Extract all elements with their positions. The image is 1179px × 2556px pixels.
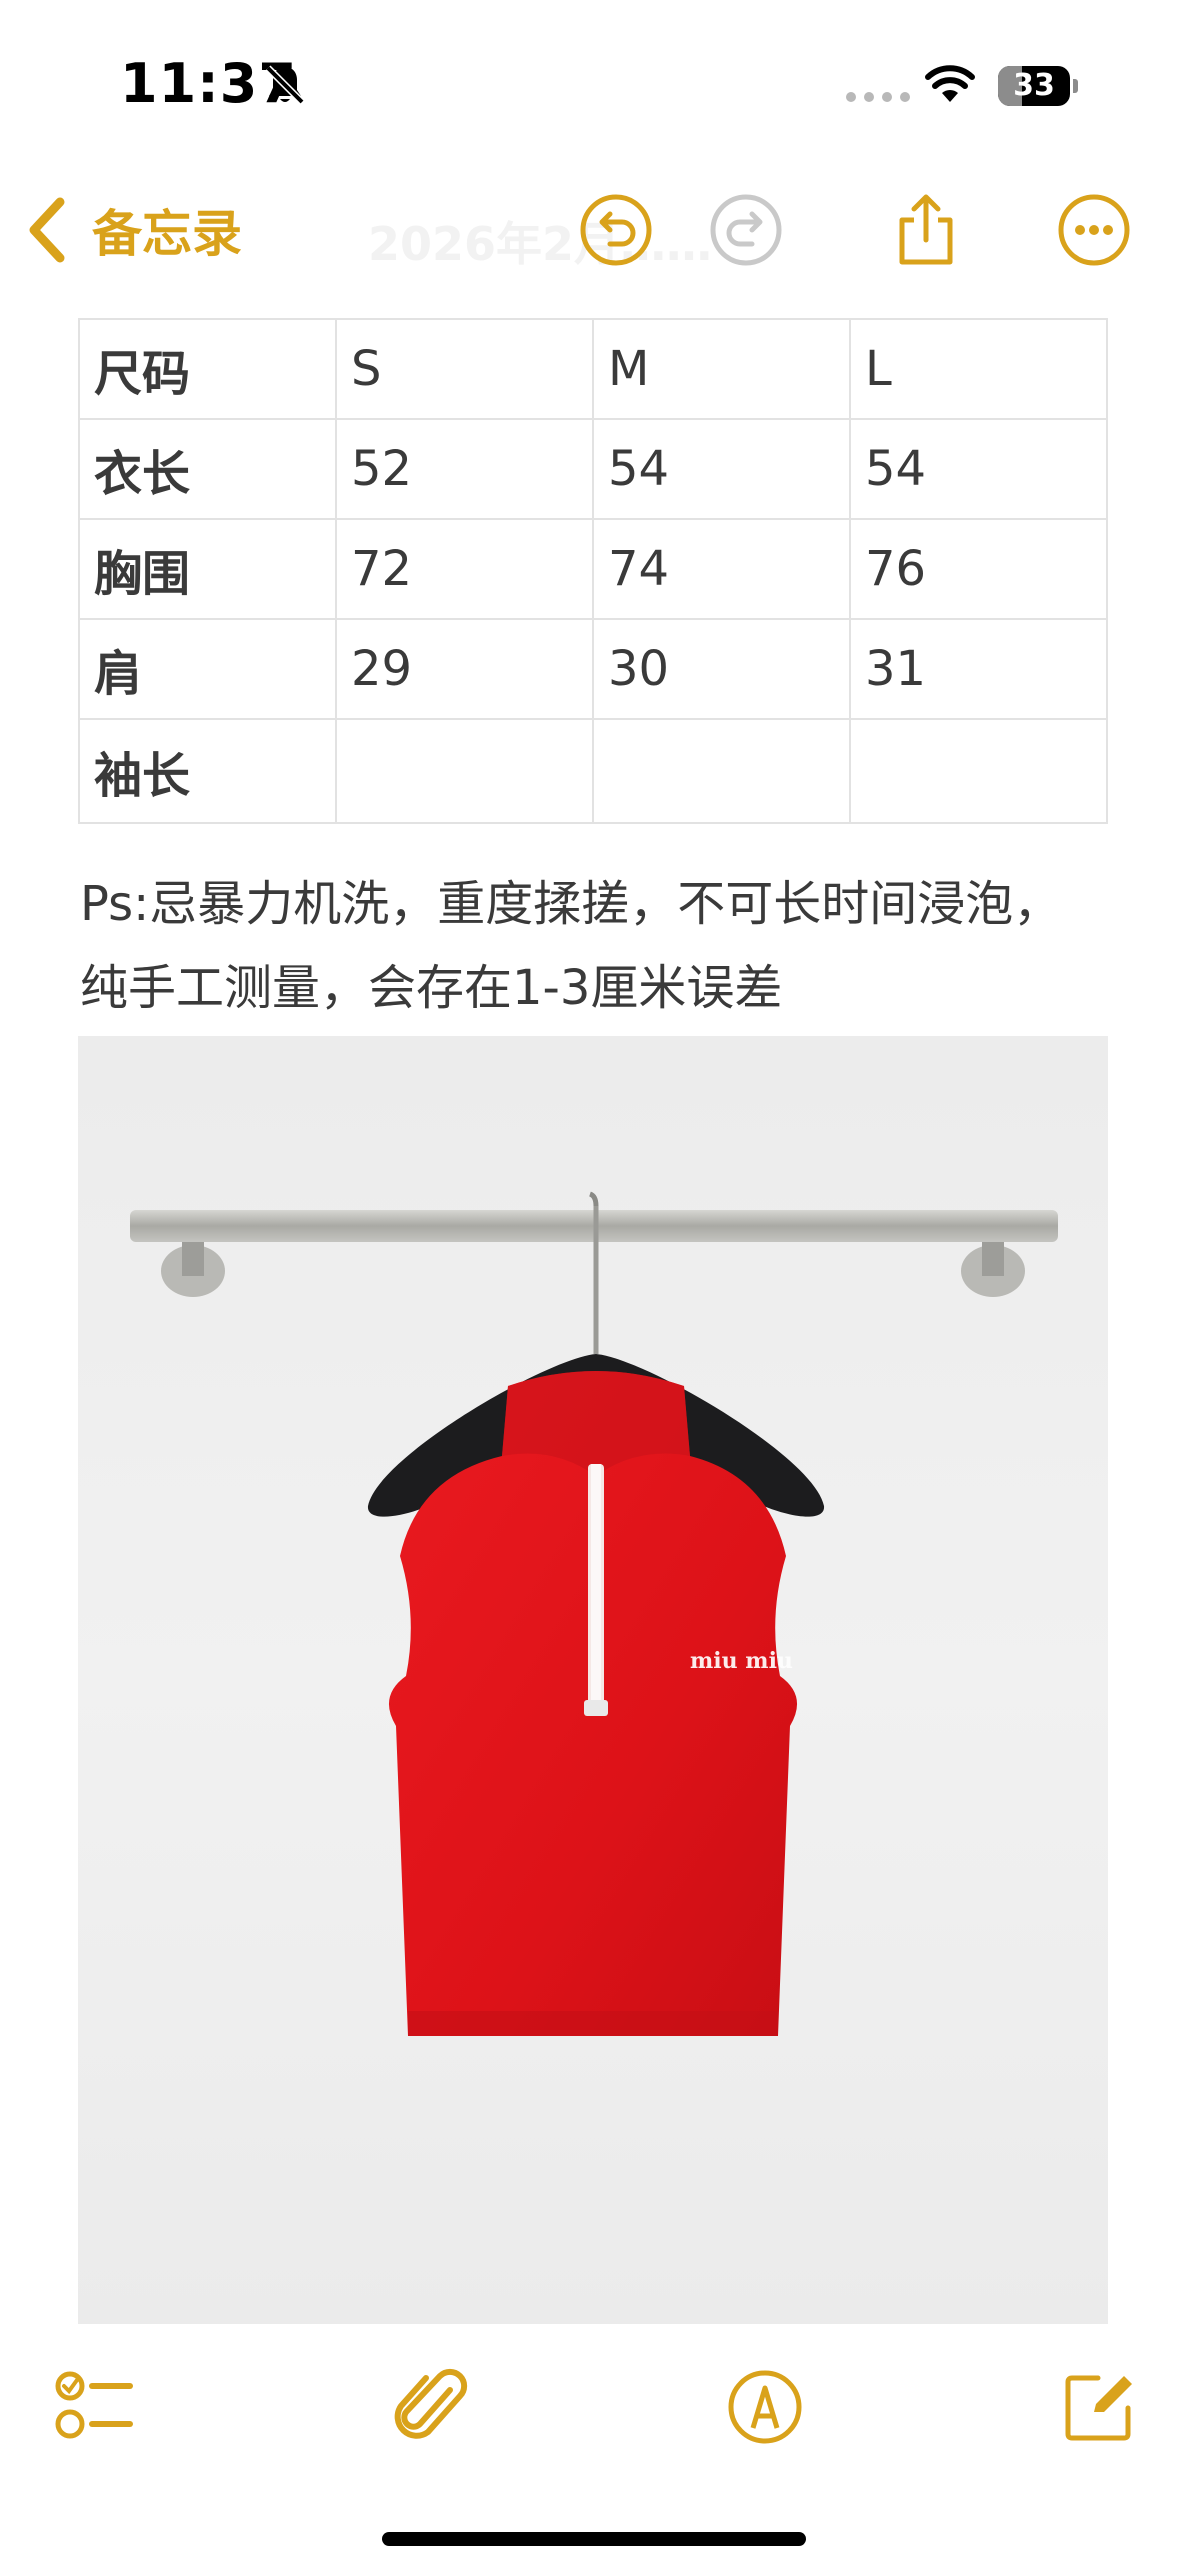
checklist-icon[interactable] (54, 2366, 136, 2448)
table-cell[interactable] (849, 718, 1108, 824)
table-header-cell[interactable]: 尺码 (78, 318, 337, 420)
table-header-cell[interactable]: L (849, 318, 1108, 420)
size-table[interactable]: 尺码 S M L 衣长 52 54 54 胸围 72 74 76 肩 29 30… (78, 318, 1108, 824)
compose-icon[interactable] (1058, 2366, 1140, 2448)
table-cell[interactable]: 30 (592, 618, 851, 720)
table-cell[interactable]: 29 (335, 618, 594, 720)
battery-icon: 33 (998, 66, 1078, 106)
bell-slash-icon (265, 65, 305, 105)
undo-icon[interactable] (578, 192, 654, 268)
paperclip-icon[interactable] (390, 2366, 472, 2448)
notes-page: 11:37 33 备忘录 2026年2月…… 尺码 S M L 衣长 52 54… (0, 0, 1179, 2556)
share-icon[interactable] (888, 192, 964, 268)
redo-icon[interactable] (708, 192, 784, 268)
note-line: Ps:忌暴力机洗，重度揉搓，不可长时间浸泡， (80, 876, 1062, 932)
brand-text: miu miu (690, 1648, 793, 1674)
nav-bar: 备忘录 2026年2月…… (0, 170, 1179, 290)
wifi-icon (925, 65, 975, 102)
note-body[interactable]: Ps:忌暴力机洗，重度揉搓，不可长时间浸泡， 纯手工测量，会存在1-3厘米误差 (80, 862, 1120, 1030)
battery-percent: 33 (1013, 68, 1055, 103)
home-indicator[interactable] (382, 2532, 806, 2546)
table-row: 袖长 (78, 718, 1108, 824)
markup-pen-icon[interactable] (724, 2366, 806, 2448)
back-button[interactable]: 备忘录 (26, 192, 242, 268)
photo-illustration: miu miu (78, 1036, 1108, 2324)
row-label[interactable]: 胸围 (78, 518, 337, 620)
back-label: 备忘录 (92, 205, 242, 263)
chevron-left-icon (29, 197, 65, 263)
table-cell[interactable]: 52 (335, 418, 594, 520)
signal-dots-icon (846, 92, 910, 102)
table-row: 胸围 72 74 76 (78, 518, 1108, 620)
table-row: 肩 29 30 31 (78, 618, 1108, 720)
row-label[interactable]: 袖长 (78, 718, 337, 824)
bottom-toolbar (0, 2350, 1179, 2470)
table-row: 衣长 52 54 54 (78, 418, 1108, 520)
table-cell[interactable]: 72 (335, 518, 594, 620)
table-cell[interactable]: 54 (849, 418, 1108, 520)
row-label[interactable]: 肩 (78, 618, 337, 720)
more-icon[interactable] (1056, 192, 1132, 268)
table-cell[interactable]: 54 (592, 418, 851, 520)
nav-title: 2026年2月…… (368, 217, 713, 271)
row-label[interactable]: 衣长 (78, 418, 337, 520)
status-bar: 11:37 33 (0, 0, 1179, 150)
note-line: 纯手工测量，会存在1-3厘米误差 (80, 960, 783, 1016)
table-header-cell[interactable]: S (335, 318, 594, 420)
table-header-row: 尺码 S M L (78, 318, 1108, 420)
table-cell[interactable] (592, 718, 851, 824)
table-cell[interactable]: 74 (592, 518, 851, 620)
table-cell[interactable]: 31 (849, 618, 1108, 720)
table-header-cell[interactable]: M (592, 318, 851, 420)
product-photo[interactable]: miu miu (78, 1036, 1108, 2324)
table-cell[interactable] (335, 718, 594, 824)
table-cell[interactable]: 76 (849, 518, 1108, 620)
